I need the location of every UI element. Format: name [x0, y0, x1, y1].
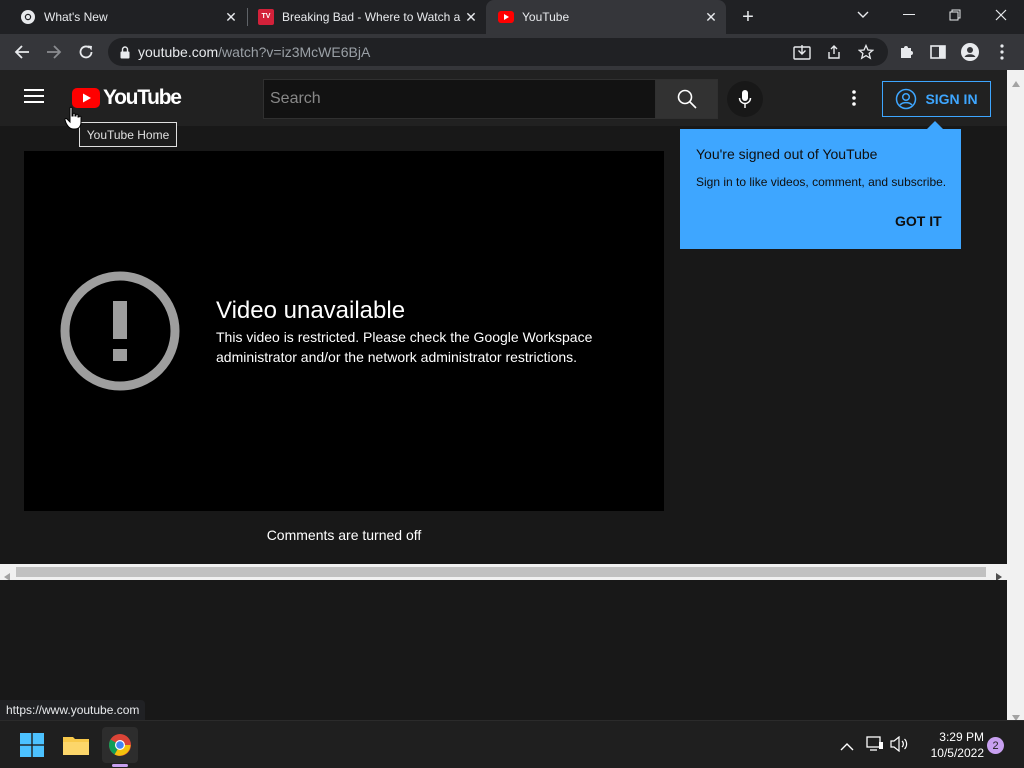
- restore-button[interactable]: [932, 0, 978, 30]
- share-icon[interactable]: [820, 38, 848, 66]
- voice-search-button[interactable]: [727, 81, 763, 117]
- signed-out-popup: You're signed out of YouTube Sign in to …: [680, 121, 961, 249]
- network-icon[interactable]: [866, 736, 884, 757]
- active-app-indicator: [112, 764, 128, 767]
- popup-body: Sign in to like videos, comment, and sub…: [696, 175, 947, 189]
- address-bar[interactable]: youtube.com/watch?v=iz3McWE6BjA: [108, 38, 888, 66]
- search-input[interactable]: [264, 80, 655, 118]
- tv-guide-icon: TV: [258, 9, 274, 25]
- youtube-page: YouTube SIGN IN YouTube Home Video unava…: [0, 70, 1007, 564]
- lock-icon[interactable]: [120, 45, 130, 59]
- hamburger-menu-icon[interactable]: [24, 88, 48, 108]
- tab-search-chevron-icon[interactable]: [840, 0, 886, 30]
- windows-start-icon[interactable]: [14, 727, 50, 763]
- settings-more-icon[interactable]: [846, 90, 862, 108]
- url-text: youtube.com/watch?v=iz3McWE6BjA: [138, 44, 371, 60]
- popup-title: You're signed out of YouTube: [696, 146, 878, 162]
- tab-title: Breaking Bad - Where to Watch a: [282, 10, 461, 24]
- youtube-logo-text: YouTube: [103, 86, 182, 109]
- install-app-icon[interactable]: [788, 38, 816, 66]
- svg-text:TV: TV: [262, 13, 271, 20]
- tab-youtube[interactable]: YouTube ✕: [486, 0, 726, 34]
- vertical-scrollbar[interactable]: [1007, 70, 1024, 721]
- clock-date: 10/5/2022: [930, 746, 984, 760]
- bookmark-star-icon[interactable]: [852, 38, 880, 66]
- volume-icon[interactable]: [890, 735, 910, 757]
- clock-time: 3:29 PM: [939, 730, 984, 744]
- search-box[interactable]: [263, 79, 655, 119]
- got-it-button[interactable]: GOT IT: [895, 213, 942, 229]
- microphone-icon: [738, 90, 752, 108]
- link-status-bar: https://www.youtube.com: [0, 700, 146, 720]
- tab-whats-new[interactable]: What's New ✕: [0, 0, 246, 34]
- side-panel-icon[interactable]: [924, 38, 952, 66]
- mouse-cursor-hand-icon: [64, 106, 84, 132]
- youtube-header: YouTube SIGN IN: [0, 70, 1007, 126]
- sign-in-button[interactable]: SIGN IN: [882, 81, 991, 117]
- close-window-button[interactable]: [978, 0, 1024, 30]
- forward-button[interactable]: [40, 38, 68, 66]
- youtube-home-tooltip: YouTube Home: [79, 122, 177, 147]
- file-explorer-icon[interactable]: [58, 727, 94, 763]
- horizontal-scrollbar[interactable]: [0, 564, 1007, 581]
- minimize-button[interactable]: [886, 0, 932, 30]
- tab-title: What's New: [44, 10, 108, 24]
- tab-title: YouTube: [522, 10, 570, 24]
- new-tab-button[interactable]: +: [734, 3, 762, 31]
- youtube-play-icon: [72, 88, 100, 108]
- video-restricted-message: This video is restricted. Please check t…: [216, 329, 593, 365]
- close-tab-icon[interactable]: ✕: [702, 8, 720, 26]
- notification-badge[interactable]: 2: [987, 737, 1004, 754]
- system-clock[interactable]: 3:29 PM 10/5/2022: [916, 729, 984, 761]
- chrome-taskbar-icon[interactable]: [102, 727, 138, 763]
- video-player[interactable]: Video unavailable This video is restrict…: [24, 151, 664, 511]
- chrome-menu-icon[interactable]: [988, 38, 1016, 66]
- popup-arrow: [927, 121, 943, 129]
- close-tab-icon[interactable]: ✕: [462, 8, 480, 26]
- video-unavailable-title: Video unavailable: [216, 297, 406, 324]
- exclamation-warning-icon: [60, 271, 180, 391]
- search-button[interactable]: [655, 79, 718, 119]
- chrome-icon: [20, 9, 36, 25]
- youtube-logo[interactable]: YouTube: [72, 86, 182, 109]
- windows-taskbar: 3:29 PM 10/5/2022 2: [0, 720, 1024, 768]
- reload-button[interactable]: [72, 38, 100, 66]
- youtube-icon: [498, 9, 514, 25]
- back-button[interactable]: [8, 38, 36, 66]
- browser-toolbar: youtube.com/watch?v=iz3McWE6BjA: [0, 34, 1024, 70]
- extensions-puzzle-icon[interactable]: [892, 38, 920, 66]
- tab-breaking-bad[interactable]: TV Breaking Bad - Where to Watch a ✕: [238, 0, 486, 34]
- horizontal-scroll-thumb[interactable]: [16, 567, 986, 577]
- account-circle-icon: [896, 88, 917, 110]
- show-hidden-icons-chevron-icon[interactable]: [840, 739, 854, 757]
- sign-in-label: SIGN IN: [925, 91, 978, 107]
- tab-strip: What's New ✕ TV Breaking Bad - Where to …: [0, 0, 1024, 34]
- scroll-up-arrow-icon[interactable]: [1012, 74, 1020, 92]
- profile-icon[interactable]: [956, 38, 984, 66]
- page-overflow-area: [0, 580, 1007, 720]
- comments-off-text: Comments are turned off: [266, 527, 422, 543]
- search-icon: [677, 89, 697, 109]
